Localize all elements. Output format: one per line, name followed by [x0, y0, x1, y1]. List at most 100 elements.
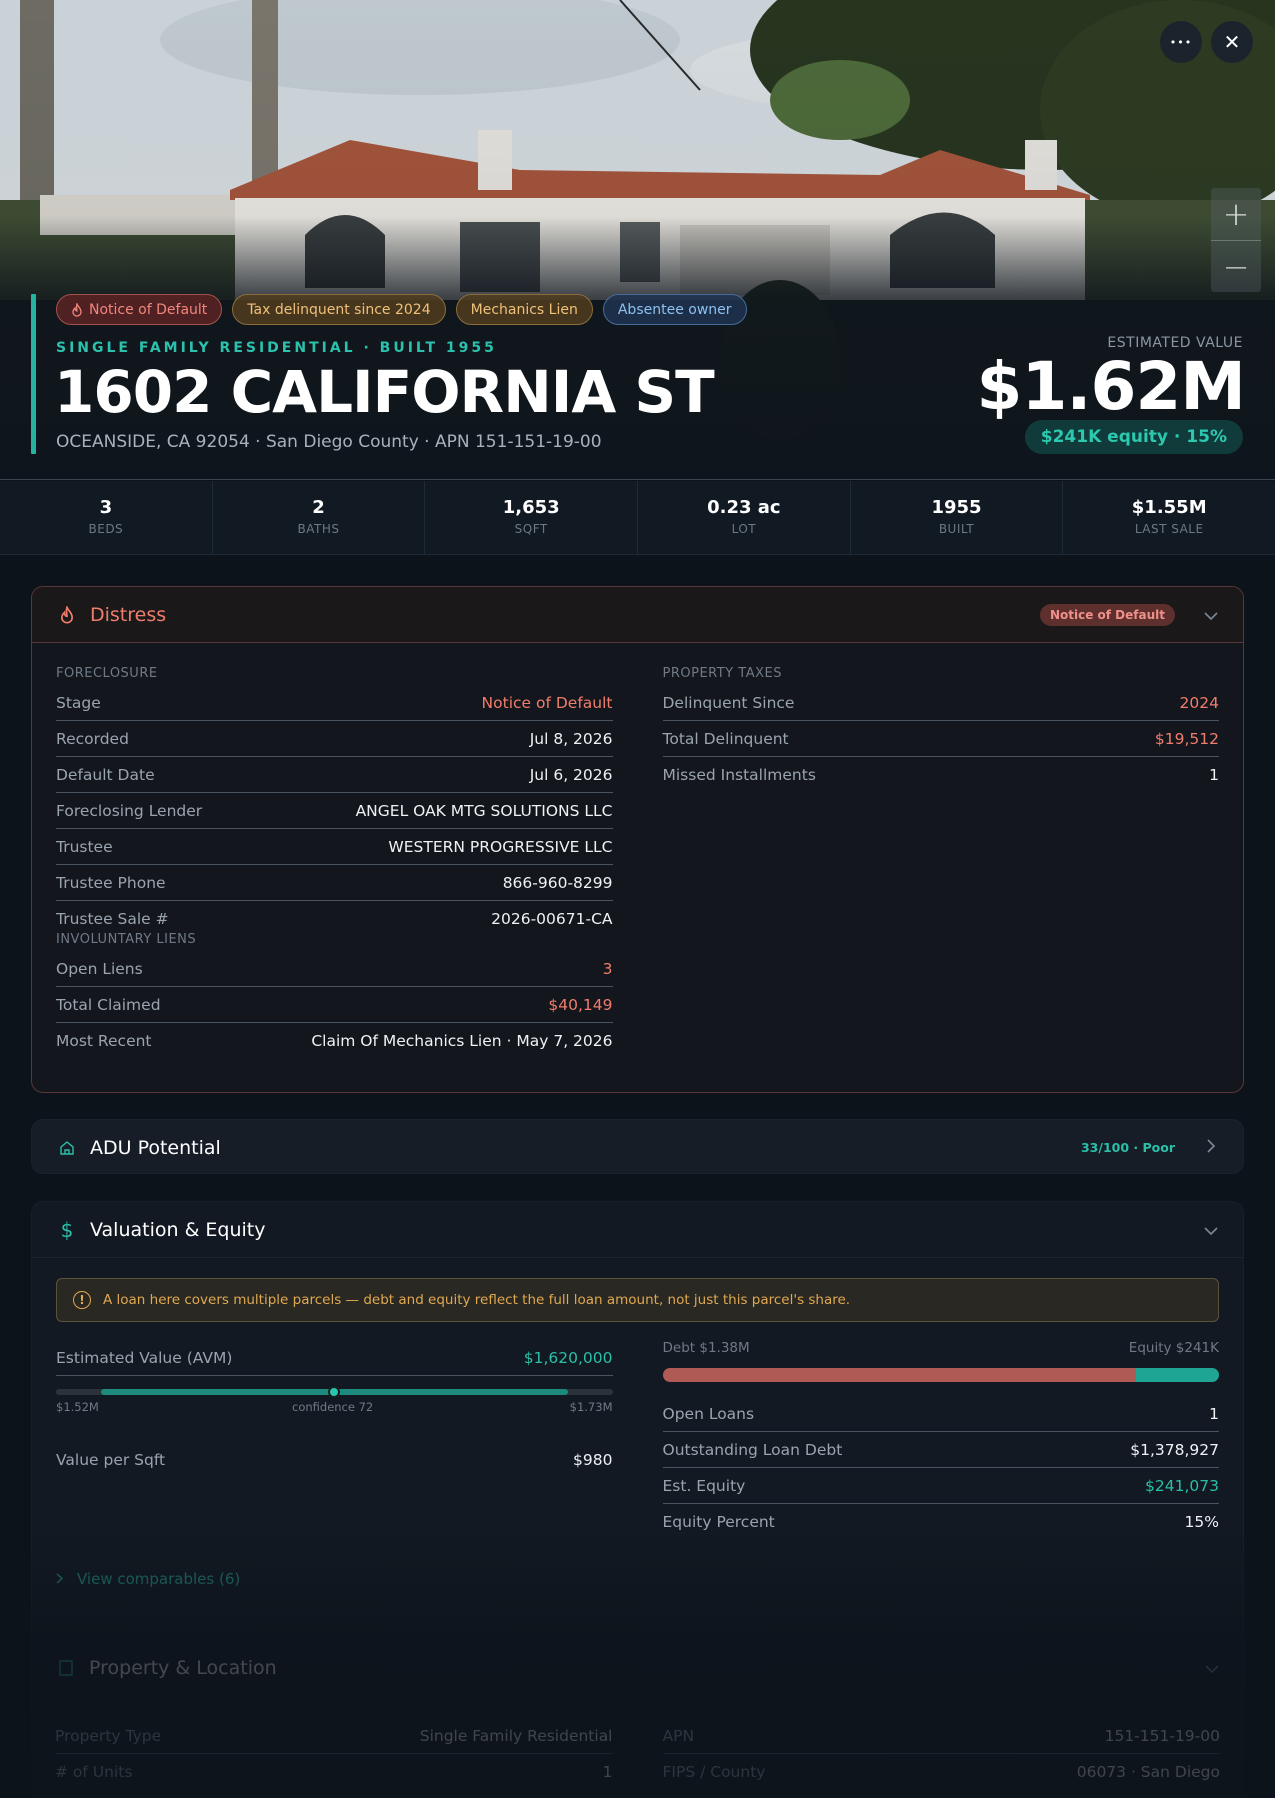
- row-key: Value per Sqft: [56, 1451, 166, 1469]
- row-value: ANGEL OAK MTG SOLUTIONS LLC: [355, 801, 613, 820]
- row-key: Trustee: [56, 837, 113, 856]
- row-value: 2026-00671-CA: [491, 910, 613, 928]
- location-row: FIPS / County 06073 · San Diego: [663, 1754, 1221, 1790]
- stat-lot: 0.23 ac LOT: [637, 481, 850, 554]
- tax-row: Delinquent Since 2024: [662, 685, 1219, 721]
- plus-icon: +: [1222, 195, 1250, 233]
- adu-title: ADU Potential: [90, 1136, 221, 1159]
- stat-last-sale: $1.55M LAST SALE: [1062, 481, 1275, 554]
- stat-label: LOT: [731, 522, 757, 536]
- home-icon: [56, 1140, 78, 1156]
- more-horizontal-icon: •••: [1169, 35, 1193, 49]
- valuation-title: Valuation & Equity: [90, 1218, 266, 1241]
- tag-mechanics-lien: Mechanics Lien: [455, 294, 593, 325]
- foreclosure-row: Foreclosing Lender ANGEL OAK MTG SOLUTION…: [56, 793, 613, 829]
- stats-bar: 3 BEDS 2 BATHS 1,653 SQFT 0.23 ac LOT 1955 BU…: [0, 481, 1275, 555]
- row-key: APN: [662, 1726, 695, 1745]
- row-value: 3: [602, 959, 613, 978]
- tax-row: Missed Installments 1: [663, 757, 1220, 793]
- close-button[interactable]: ✕: [1211, 21, 1253, 63]
- stat-value: 2: [312, 497, 325, 518]
- stat-built: 1955 BUILT: [849, 481, 1063, 554]
- row-value: Claim Of Mechanics Lien · May 7, 2026: [311, 1032, 613, 1050]
- minus-icon: −: [1222, 247, 1250, 286]
- location-row: APN 151-151-19-00: [662, 1718, 1220, 1754]
- loan-row: Equity Percent 15%: [663, 1504, 1220, 1540]
- stat-value: 3: [99, 497, 113, 518]
- foreclosure-heading: FORECLOSURE: [56, 666, 158, 681]
- row-value: 06073 · San Diego: [1076, 1763, 1220, 1781]
- stat-beds: 3 BEDS: [0, 481, 212, 554]
- row-key: # of Units: [55, 1763, 133, 1781]
- foreclosure-row: Recorded Jul 8, 2026: [56, 721, 613, 757]
- row-value: $19,512: [1154, 729, 1219, 748]
- row-value: $241,073: [1145, 1476, 1219, 1495]
- property-location-header[interactable]: Property & Location: [31, 1640, 1244, 1696]
- valuation-header[interactable]: $ Valuation & Equity: [32, 1202, 1243, 1258]
- row-value: Jul 6, 2026: [529, 765, 613, 784]
- zoom-out-button[interactable]: −: [1211, 240, 1261, 292]
- alert-circle-icon: !: [73, 1291, 91, 1309]
- row-key: Open Loans: [662, 1404, 755, 1423]
- distress-badge: Notice of Default: [1039, 604, 1175, 626]
- range-confidence: confidence 72: [292, 1400, 374, 1414]
- chevron-down-icon[interactable]: [1203, 606, 1219, 625]
- tag-label: Mechanics Lien: [470, 301, 578, 318]
- row-key: Property Type: [55, 1726, 162, 1745]
- multi-parcel-warning: ! A loan here covers multiple parcels — …: [56, 1278, 1219, 1322]
- avm-row: Estimated Value (AVM) $1,620,000: [56, 1340, 613, 1376]
- row-key: Trustee Phone: [56, 873, 166, 892]
- debt-segment: [662, 1368, 1136, 1382]
- comparables-label: View comparables (6): [77, 1570, 241, 1588]
- row-key: FIPS / County: [662, 1763, 766, 1781]
- row-key: Delinquent Since: [662, 693, 795, 712]
- stat-label: LAST SALE: [1134, 522, 1204, 536]
- stat-baths: 2 BATHS: [211, 481, 425, 554]
- taxes-heading: PROPERTY TAXES: [662, 666, 782, 681]
- row-key: Foreclosing Lender: [56, 801, 203, 820]
- flame-icon: [56, 605, 78, 624]
- debt-label: Debt $1.38M: [662, 1340, 750, 1356]
- row-key: Equity Percent: [662, 1513, 775, 1531]
- tag-notice-of-default: Notice of Default: [56, 294, 223, 325]
- chevron-down-icon[interactable]: [1204, 1659, 1220, 1678]
- row-value: 1: [602, 1763, 613, 1781]
- equity-segment: [1135, 1368, 1219, 1382]
- status-tags: Notice of Default Tax delinquent since 2…: [56, 294, 747, 325]
- stat-value: 1955: [931, 497, 982, 518]
- chevron-right-icon[interactable]: [1203, 1138, 1219, 1157]
- zoom-in-button[interactable]: +: [1211, 188, 1261, 240]
- row-value: Single Family Residential: [419, 1726, 613, 1745]
- debt-equity-labels: Debt $1.38M Equity $241K: [663, 1340, 1220, 1360]
- property-row: Property Type Single Family Residential: [55, 1718, 613, 1754]
- equity-pill: $241K equity · 15%: [1024, 420, 1243, 454]
- close-icon: ✕: [1223, 30, 1241, 54]
- row-key: Total Delinquent: [662, 729, 789, 748]
- tag-label: Notice of Default: [89, 301, 208, 318]
- distress-header[interactable]: Distress Notice of Default: [32, 587, 1243, 643]
- dollar-icon: $: [60, 1217, 74, 1242]
- property-location-panel: Property & Location Property Type Single …: [31, 1640, 1244, 1798]
- stat-value: 0.23 ac: [707, 497, 781, 518]
- adu-header[interactable]: ADU Potential 33/100 · Poor: [32, 1120, 1243, 1173]
- flame-icon: [72, 302, 82, 317]
- stat-sqft: 1,653 SQFT: [424, 481, 637, 554]
- row-value: Notice of Default: [481, 693, 613, 712]
- view-comparables-link[interactable]: View comparables (6): [56, 1570, 240, 1588]
- tag-label: Absentee owner: [617, 301, 732, 318]
- more-button[interactable]: •••: [1160, 21, 1202, 63]
- stat-value: 1,653: [502, 497, 560, 518]
- building-icon: [55, 1660, 77, 1676]
- chevron-down-icon[interactable]: [1203, 1221, 1219, 1240]
- adu-panel[interactable]: ADU Potential 33/100 · Poor: [31, 1119, 1244, 1174]
- row-key: Estimated Value (AVM): [56, 1348, 233, 1367]
- stat-label: BUILT: [938, 522, 975, 536]
- property-location-title: Property & Location: [89, 1657, 277, 1679]
- property-detail-page: ••• ✕ + − Notice of Default Tax delinque…: [0, 0, 1275, 1798]
- lien-row: Most Recent Claim Of Mechanics Lien · May…: [56, 1023, 613, 1059]
- tag-tax-delinquent: Tax delinquent since 2024: [232, 294, 446, 325]
- equity-label: Equity $241K: [1128, 1340, 1219, 1356]
- foreclosure-row: Default Date Jul 6, 2026: [56, 757, 613, 793]
- property-address: 1602 CALIFORNIA ST: [54, 358, 715, 426]
- property-column: Property Type Single Family Residential #…: [55, 1718, 613, 1790]
